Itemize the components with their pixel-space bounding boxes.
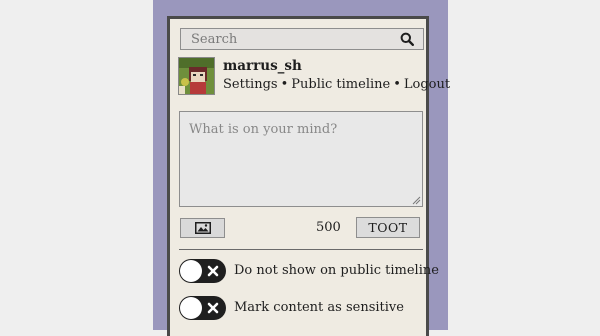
link-separator: •: [393, 77, 401, 92]
logout-link[interactable]: Logout: [404, 77, 450, 92]
toggle-knob: [180, 297, 202, 319]
compose-textarea[interactable]: What is on your mind?: [179, 111, 423, 207]
image-icon: [195, 222, 211, 234]
divider: [179, 249, 423, 250]
sensitive-option: Mark content as sensitive: [179, 296, 429, 320]
sensitive-label: Mark content as sensitive: [234, 300, 404, 315]
link-separator: •: [280, 77, 289, 92]
close-icon: [207, 302, 219, 314]
resize-grip-icon[interactable]: [411, 195, 421, 205]
close-icon: [207, 265, 219, 277]
toggle-knob: [180, 260, 202, 282]
unlisted-label: Do not show on public timeline: [234, 263, 439, 278]
settings-link[interactable]: Settings: [223, 77, 278, 92]
character-counter: 500: [316, 220, 341, 235]
unlisted-toggle[interactable]: [179, 259, 226, 283]
username: marrus_sh: [223, 58, 302, 74]
compose-panel: Search marrus_sh Settings • Public timelin…: [167, 16, 450, 336]
search-input[interactable]: Search: [180, 28, 424, 50]
public-timeline-link[interactable]: Public timeline: [291, 77, 390, 92]
unlisted-option: Do not show on public timeline: [179, 259, 439, 283]
sensitive-toggle[interactable]: [179, 296, 226, 320]
search-icon[interactable]: [400, 32, 414, 46]
avatar[interactable]: [178, 57, 215, 95]
search-placeholder: Search: [191, 32, 238, 47]
compose-placeholder: What is on your mind?: [189, 122, 338, 137]
account-links: Settings • Public timeline • Logout: [223, 77, 450, 92]
toot-button[interactable]: TOOT: [356, 217, 420, 238]
add-media-button[interactable]: [180, 218, 225, 238]
